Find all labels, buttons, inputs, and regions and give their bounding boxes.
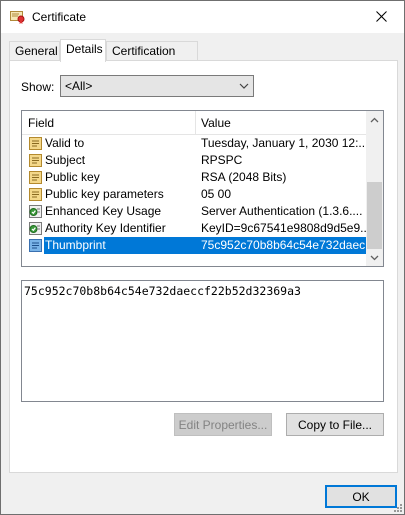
show-dropdown-value: <All> — [65, 79, 93, 93]
certificate-field-icon — [28, 187, 43, 202]
row-value: RSA (2048 Bits) — [201, 170, 287, 184]
details-panel: Show: <All> Field Value Valid to Tuesday,… — [9, 60, 398, 473]
show-label: Show: — [21, 80, 55, 94]
row-value: RPSPC — [201, 153, 243, 167]
close-button[interactable] — [358, 1, 404, 32]
close-icon — [375, 11, 387, 22]
row-value: Server Authentication (1.3.6.... — [201, 204, 363, 218]
scroll-thumb[interactable] — [367, 182, 382, 249]
row-field: Valid to — [45, 136, 85, 150]
list-header: Field Value — [22, 111, 367, 135]
copy-to-file-button[interactable]: Copy to File... — [286, 413, 384, 436]
row-value: 75c952c70b8b64c54e732daec... — [201, 238, 366, 252]
row-field: Authority Key Identifier — [45, 221, 166, 235]
list-row[interactable]: Subject RPSPC — [22, 152, 367, 169]
field-detail-text[interactable]: 75c952c70b8b64c54e732daeccf22b52d32369a3 — [21, 280, 384, 402]
edit-properties-button[interactable]: Edit Properties... — [174, 413, 272, 436]
column-divider[interactable] — [195, 111, 196, 134]
certificate-field-icon — [28, 170, 43, 185]
tab-general[interactable]: General — [9, 41, 60, 61]
certificate-field-icon — [28, 153, 43, 168]
show-dropdown[interactable]: <All> — [60, 75, 254, 97]
row-value: 05 00 — [201, 187, 232, 201]
chevron-down-icon — [370, 255, 379, 260]
ok-button[interactable]: OK — [325, 485, 397, 508]
window-title: Certificate — [32, 10, 87, 24]
list-row[interactable]: Public key parameters 05 00 — [22, 186, 367, 203]
row-field: Public key — [45, 170, 100, 184]
chevron-down-icon — [239, 83, 249, 89]
column-header-field[interactable]: Field — [28, 116, 54, 130]
certificate-icon — [10, 10, 26, 24]
row-field: Subject — [45, 153, 86, 167]
row-value: KeyID=9c67541e9808d9d5e9... — [201, 221, 366, 235]
extension-icon — [28, 204, 43, 219]
list-row[interactable]: Authority Key Identifier KeyID=9c67541e98… — [22, 220, 367, 237]
chevron-up-icon — [370, 117, 379, 122]
scroll-down-button[interactable] — [366, 249, 383, 266]
vertical-scrollbar[interactable] — [366, 111, 383, 266]
tab-details[interactable]: Details — [60, 39, 106, 62]
column-header-value[interactable]: Value — [201, 116, 231, 130]
list-row[interactable]: Valid to Tuesday, January 1, 2030 12:... — [22, 135, 367, 152]
list-row[interactable]: Thumbprint 75c952c70b8b64c54e732daec... — [22, 237, 367, 254]
tab-certification-path[interactable]: Certification Path — [106, 41, 198, 76]
certificate-field-icon — [28, 238, 43, 253]
certificate-field-icon — [28, 136, 43, 151]
row-field: Enhanced Key Usage — [45, 204, 162, 218]
row-field: Public key parameters — [45, 187, 164, 201]
extension-icon — [28, 221, 43, 236]
certificate-dialog: Certificate General Details Certificatio… — [0, 0, 405, 515]
field-list[interactable]: Field Value Valid to Tuesday, January 1, … — [21, 110, 384, 267]
row-value: Tuesday, January 1, 2030 12:... — [201, 136, 366, 150]
row-field: Thumbprint — [45, 238, 106, 252]
list-row[interactable]: Public key RSA (2048 Bits) — [22, 169, 367, 186]
list-rows: Valid to Tuesday, January 1, 2030 12:... S… — [22, 135, 367, 254]
scroll-up-button[interactable] — [366, 111, 383, 128]
list-row[interactable]: Enhanced Key Usage Server Authentication … — [22, 203, 367, 220]
resize-grip-icon[interactable] — [392, 502, 402, 512]
tab-strip: General Details Certification Path — [9, 39, 399, 76]
title-bar: Certificate — [1, 1, 404, 33]
